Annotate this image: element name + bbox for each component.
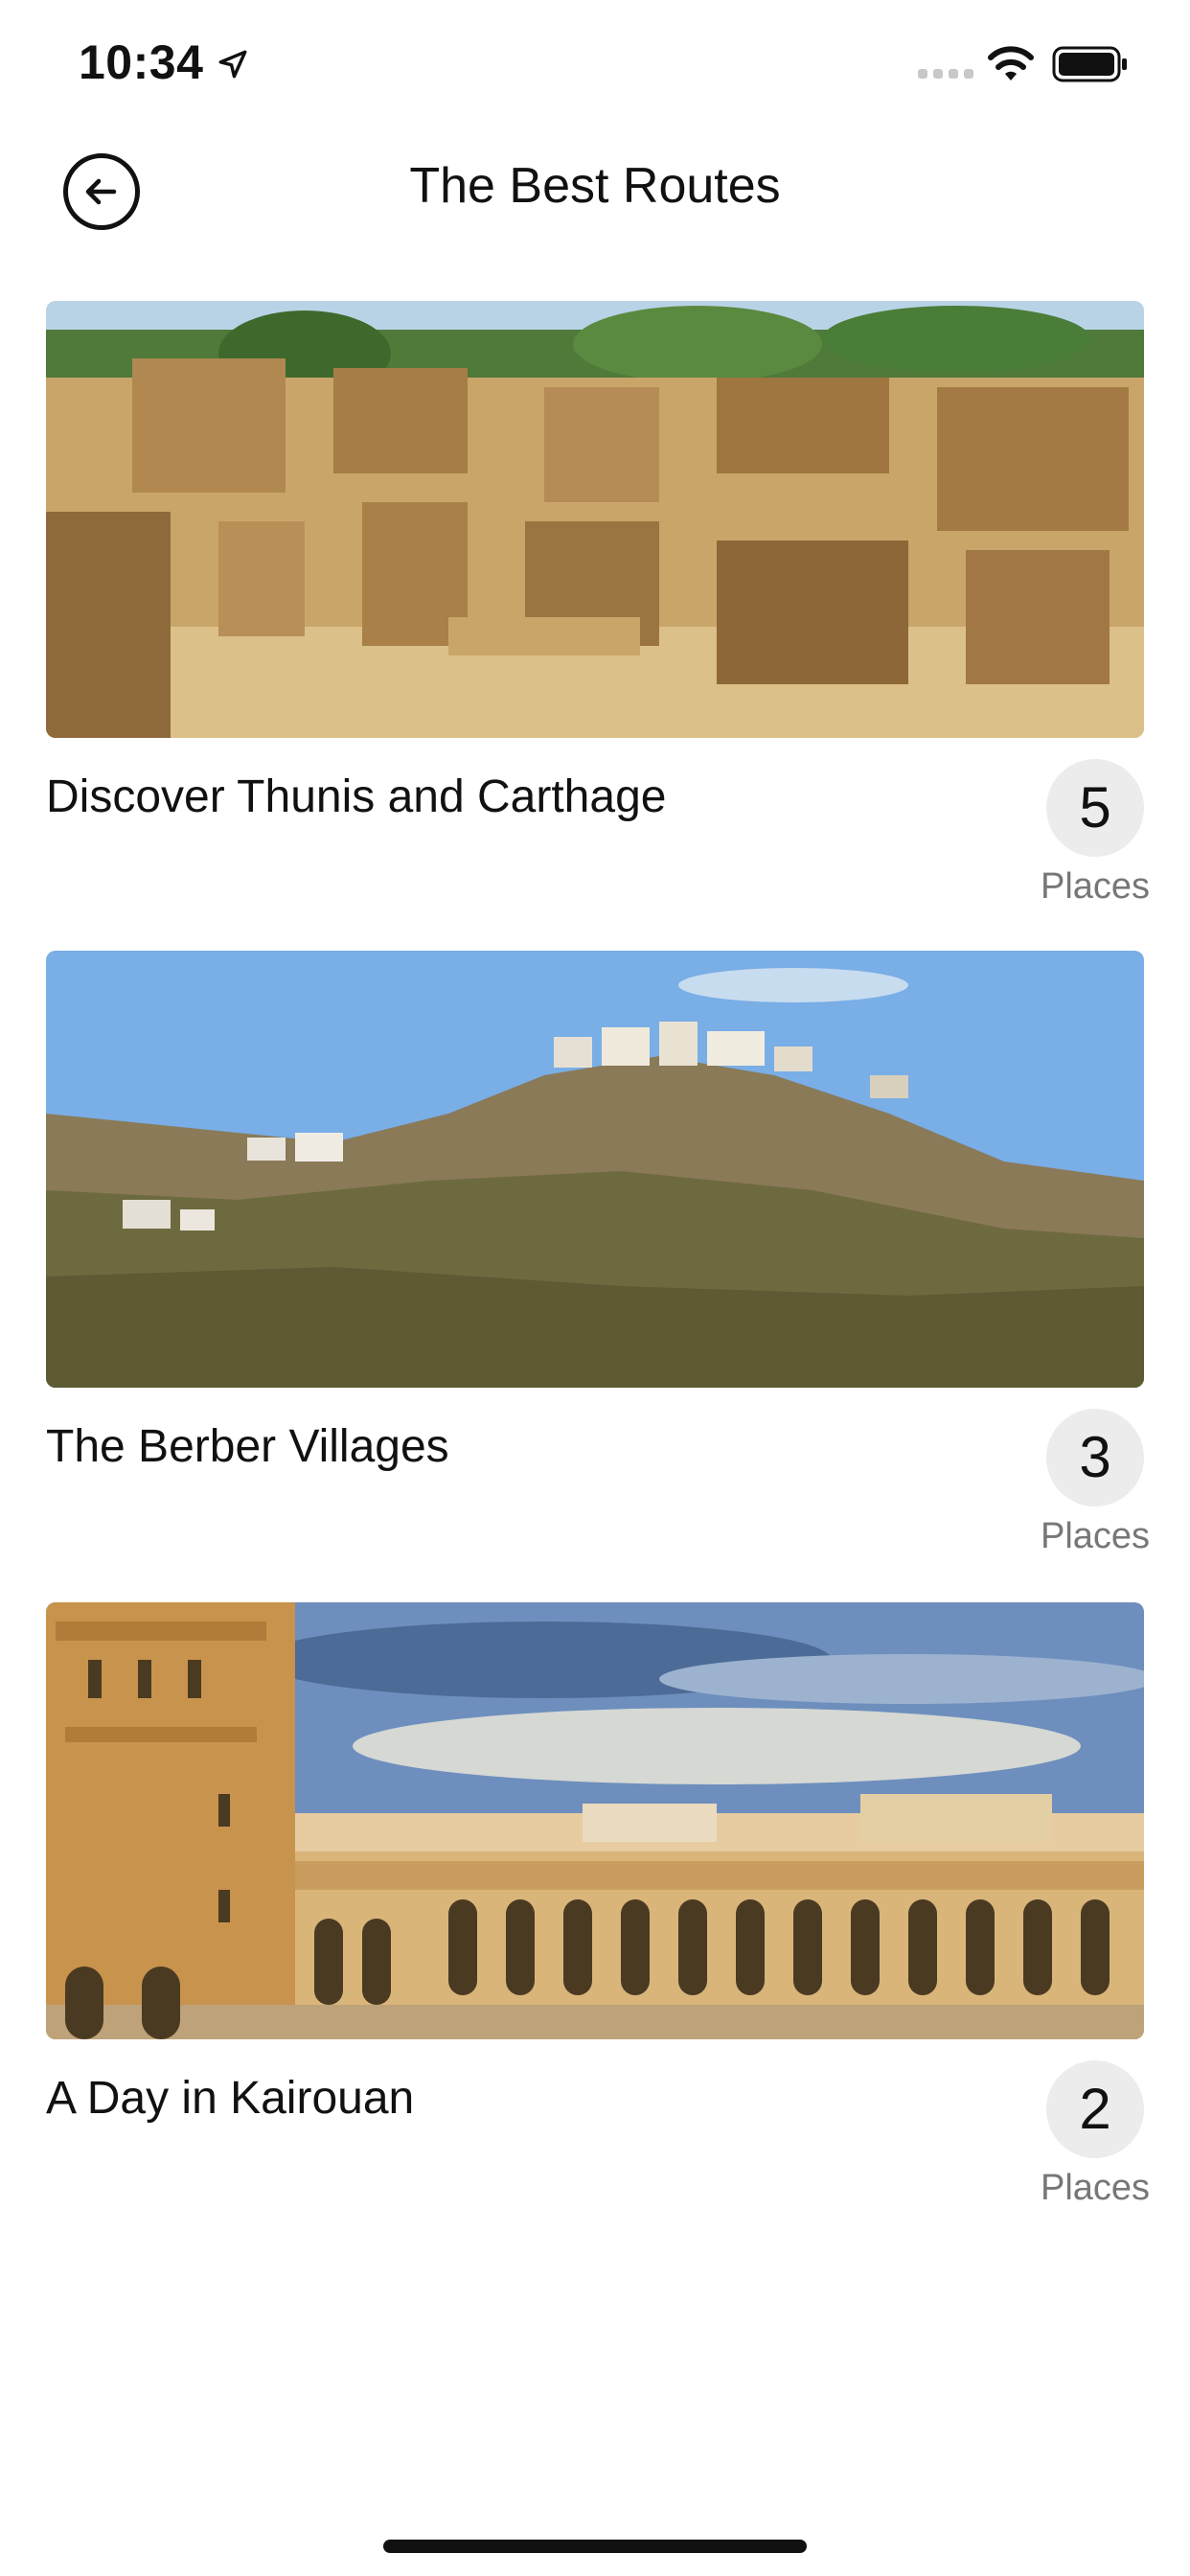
route-image-kairouan-mosque bbox=[46, 1602, 1144, 2039]
places-count-badge: 3 bbox=[1046, 1409, 1144, 1506]
wifi-icon bbox=[988, 46, 1034, 80]
places-count-label: Places bbox=[1040, 1516, 1151, 1556]
route-card[interactable]: A Day in Kairouan 2 Places bbox=[46, 1602, 1150, 2216]
signal-icon bbox=[918, 69, 973, 79]
places-count-badge: 5 bbox=[1046, 759, 1144, 857]
places-count-badge: 2 bbox=[1046, 2060, 1144, 2158]
route-name: A Day in Kairouan bbox=[46, 2073, 415, 2124]
route-image-carthage-ruins bbox=[46, 301, 1144, 738]
home-indicator[interactable] bbox=[383, 2540, 807, 2553]
route-card[interactable]: Discover Thunis and Carthage 5 Places bbox=[46, 301, 1150, 914]
location-arrow-icon bbox=[218, 50, 247, 79]
places-count-label: Places bbox=[1040, 866, 1151, 907]
route-card[interactable]: The Berber Villages 3 Places bbox=[46, 951, 1150, 1564]
route-name: The Berber Villages bbox=[46, 1421, 449, 1472]
page-title: The Best Routes bbox=[409, 158, 781, 214]
route-name: Discover Thunis and Carthage bbox=[46, 771, 667, 822]
route-image-berber-hill-village bbox=[46, 951, 1144, 1388]
places-count-label: Places bbox=[1040, 2168, 1151, 2208]
status-time: 10:34 bbox=[79, 35, 204, 89]
status-bar: 10:34 bbox=[0, 0, 1190, 134]
battery-icon bbox=[1052, 46, 1127, 82]
